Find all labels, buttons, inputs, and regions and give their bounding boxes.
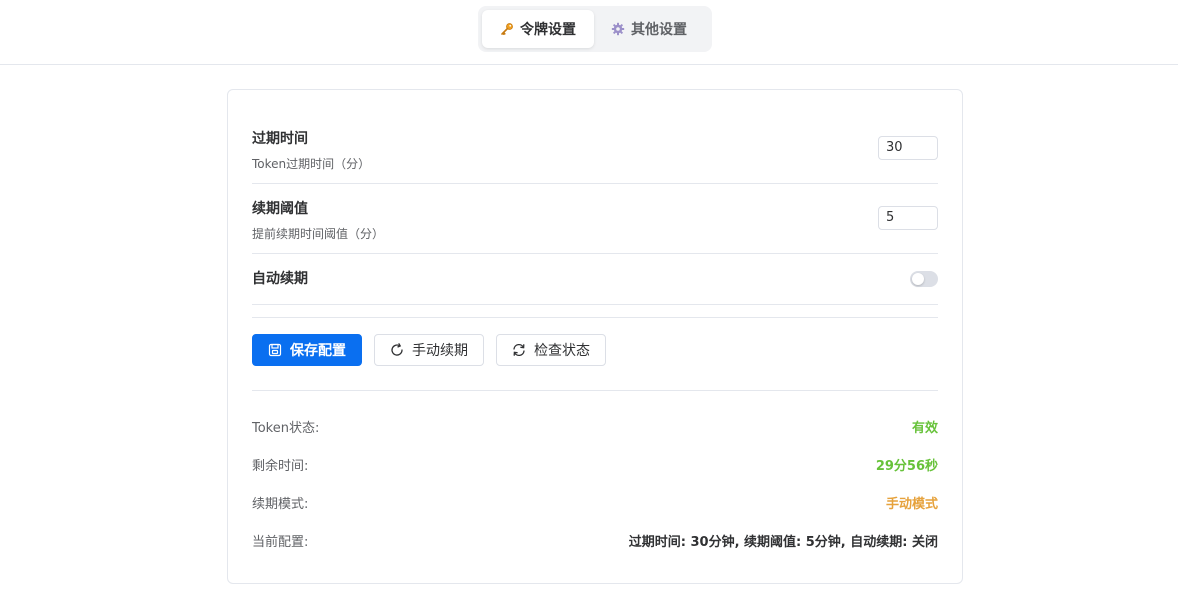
check-status-button[interactable]: 检查状态	[496, 334, 606, 366]
setting-label: 自动续期	[252, 271, 308, 287]
manual-renew-button[interactable]: 手动续期	[374, 334, 484, 366]
gear-icon	[611, 22, 625, 36]
status-renew-mode: 续期模式: 手动模式	[252, 492, 938, 512]
status-label: 剩余时间:	[252, 458, 309, 474]
setting-description: 提前续期时间阈值（分）	[252, 227, 385, 241]
setting-auto-renew: 自动续期	[252, 254, 938, 305]
top-bar: 令牌设置 其他设置	[0, 0, 1178, 65]
status-value: 29分56秒	[875, 458, 938, 474]
save-icon	[268, 343, 282, 357]
renew-threshold-input[interactable]: 5	[878, 206, 938, 230]
setting-renew-threshold: 续期阈值 提前续期时间阈值（分） 5	[252, 184, 938, 254]
divider	[252, 390, 938, 391]
save-config-button[interactable]: 保存配置	[252, 334, 362, 366]
key-icon	[500, 22, 514, 36]
tab-label: 令牌设置	[520, 22, 576, 38]
button-label: 手动续期	[412, 343, 468, 359]
settings-tabs: 令牌设置 其他设置	[478, 6, 712, 52]
status-value: 有效	[911, 420, 938, 436]
token-settings-card: 过期时间 Token过期时间（分） 30 续期阈值 提前续期时间阈值（分） 5 …	[227, 89, 963, 584]
status-remaining-time: 剩余时间: 29分56秒	[252, 454, 938, 474]
setting-label: 续期阈值	[252, 201, 308, 217]
auto-renew-toggle[interactable]	[910, 271, 938, 287]
setting-label: 过期时间	[252, 131, 308, 147]
status-value: 手动模式	[885, 496, 938, 512]
sync-icon	[512, 343, 526, 357]
tab-token-settings[interactable]: 令牌设置	[482, 10, 594, 48]
button-label: 检查状态	[534, 343, 590, 359]
divider	[252, 317, 938, 318]
status-value: 过期时间: 30分钟, 续期阈值: 5分钟, 自动续期: 关闭	[628, 534, 938, 550]
setting-description: Token过期时间（分）	[252, 157, 371, 171]
tab-other-settings[interactable]: 其他设置	[594, 10, 704, 48]
refresh-icon	[390, 343, 404, 357]
tab-label: 其他设置	[631, 22, 687, 38]
status-label: 续期模式:	[252, 496, 309, 512]
status-current-config: 当前配置: 过期时间: 30分钟, 续期阈值: 5分钟, 自动续期: 关闭	[252, 530, 938, 550]
setting-expire-time: 过期时间 Token过期时间（分） 30	[252, 114, 938, 184]
toggle-knob	[912, 273, 924, 285]
status-label: 当前配置:	[252, 534, 309, 550]
expire-time-input[interactable]: 30	[878, 136, 938, 160]
button-label: 保存配置	[290, 343, 346, 359]
status-label: Token状态:	[252, 420, 320, 436]
status-token: Token状态: 有效	[252, 416, 938, 436]
